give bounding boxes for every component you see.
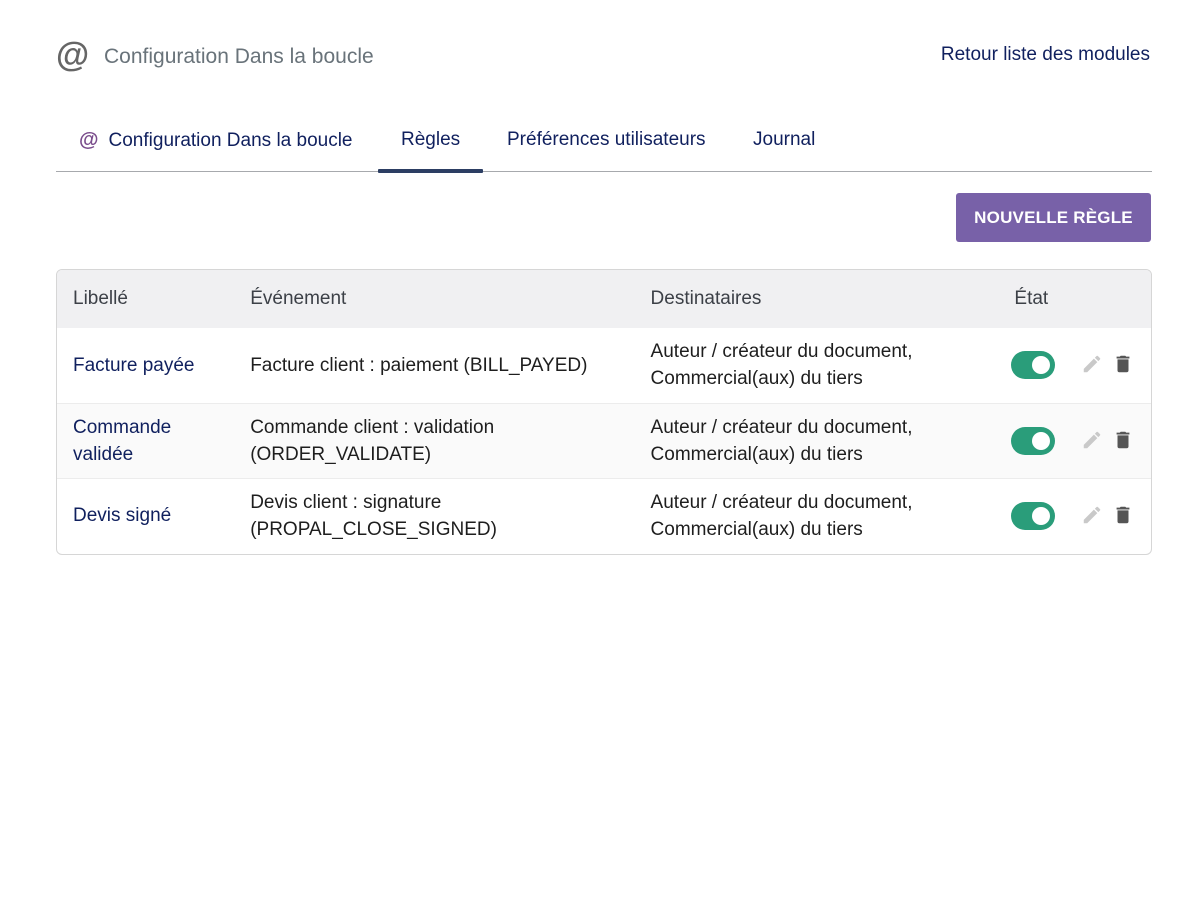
toggle-knob: [1032, 431, 1051, 450]
trash-icon[interactable]: [1112, 353, 1134, 375]
tab-journal[interactable]: Journal: [753, 112, 815, 171]
tab-label: Règles: [401, 129, 461, 150]
table-row: Facture payée Facture client : paiement …: [57, 328, 1151, 403]
table-row: Commande validée Commande client : valid…: [57, 403, 1151, 478]
page: @ Configuration Dans la boucle Retour li…: [0, 0, 1200, 904]
rule-label-cell: Commande validée: [57, 403, 234, 478]
rule-state-cell: [1011, 478, 1151, 553]
toggle-knob: [1032, 506, 1051, 525]
column-header-label: Libellé: [73, 288, 128, 309]
rule-state-cell: [1011, 403, 1151, 478]
pencil-icon[interactable]: [1081, 504, 1103, 526]
rule-recipients-cell: Auteur / créateur du document, Commercia…: [635, 478, 1015, 553]
rule-enabled-toggle[interactable]: [1011, 351, 1056, 380]
pencil-icon[interactable]: [1081, 353, 1103, 375]
rule-recipients-line: Commercial(aux) du tiers: [650, 443, 863, 465]
toggle-knob: [1032, 356, 1051, 375]
rule-label-line: Commande: [73, 416, 172, 438]
rule-label-link[interactable]: Commande validée: [73, 414, 234, 468]
rule-enabled-toggle[interactable]: [1011, 426, 1056, 455]
rule-event-line: (ORDER_VALIDATE): [250, 443, 432, 465]
rule-label-cell: Facture payée: [57, 328, 234, 403]
rules-table: Libellé Événement Destinataires État Fac…: [56, 269, 1152, 555]
table-header-row: Libellé Événement Destinataires État: [57, 270, 1151, 328]
rule-event-line: Commande client : validation: [250, 416, 495, 438]
rule-recipients-cell: Auteur / créateur du document, Commercia…: [635, 403, 1015, 478]
rule-state-cell: [1011, 328, 1151, 403]
page-header: @ Configuration Dans la boucle Retour li…: [56, 36, 1150, 76]
rule-event-text: Facture client : paiement (BILL_PAYED): [250, 354, 588, 376]
column-header-recipients: Destinataires: [650, 288, 762, 309]
trash-icon[interactable]: [1112, 429, 1134, 451]
rule-event-cell: Facture client : paiement (BILL_PAYED): [234, 328, 634, 403]
table-row: Devis signé Devis client : signature (PR…: [57, 478, 1151, 553]
rule-label-line: validée: [73, 443, 134, 465]
rule-recipients-line: Auteur / créateur du document,: [650, 491, 913, 513]
at-icon: @: [56, 36, 90, 74]
tab-user-preferences[interactable]: Préférences utilisateurs: [507, 112, 706, 171]
trash-icon[interactable]: [1112, 504, 1134, 526]
tab-label: Préférences utilisateurs: [507, 129, 706, 150]
column-header-event: Événement: [250, 288, 347, 309]
rule-event-cell: Devis client : signature (PROPAL_CLOSE_S…: [234, 478, 634, 553]
page-title: Configuration Dans la boucle: [104, 45, 374, 68]
rule-event-cell: Commande client : validation (ORDER_VALI…: [234, 403, 634, 478]
rule-event-line: Devis client : signature: [250, 491, 442, 513]
rule-event-line: (PROPAL_CLOSE_SIGNED): [250, 518, 497, 540]
back-to-modules-link[interactable]: Retour liste des modules: [941, 44, 1150, 66]
pencil-icon[interactable]: [1081, 429, 1103, 451]
tab-label: Journal: [753, 129, 816, 150]
rule-label-link[interactable]: Devis signé: [73, 505, 171, 526]
rule-recipients-line: Commercial(aux) du tiers: [650, 368, 863, 390]
at-icon: @: [79, 129, 99, 151]
rule-recipients-cell: Auteur / créateur du document, Commercia…: [635, 328, 1015, 403]
rule-recipients-line: Commercial(aux) du tiers: [650, 518, 863, 540]
tab-rules[interactable]: Règles: [377, 112, 484, 173]
column-header-state: État: [1014, 288, 1049, 309]
rule-label-link[interactable]: Facture payée: [73, 355, 194, 376]
rule-recipients-line: Auteur / créateur du document,: [650, 416, 913, 438]
tab-label: Configuration Dans la boucle: [108, 130, 353, 151]
rule-enabled-toggle[interactable]: [1011, 501, 1056, 530]
new-rule-button[interactable]: NOUVELLE RÈGLE: [956, 193, 1151, 242]
rule-label-cell: Devis signé: [57, 478, 234, 553]
tab-bar: @ Configuration Dans la boucle Règles Pré…: [56, 112, 1152, 173]
tab-configuration[interactable]: @ Configuration Dans la boucle: [79, 112, 353, 171]
rule-recipients-line: Auteur / créateur du document,: [650, 341, 913, 363]
